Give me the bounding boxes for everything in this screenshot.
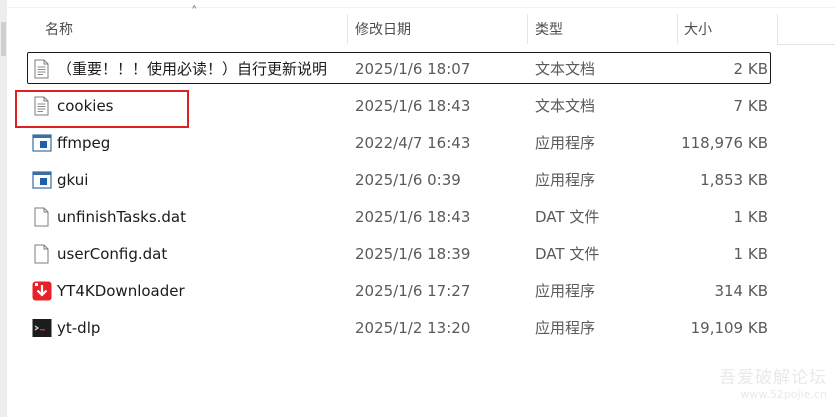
terminal-app-icon bbox=[32, 318, 52, 338]
column-header-size[interactable]: 大小 bbox=[684, 19, 712, 41]
scrollbar-thumb[interactable] bbox=[1, 22, 6, 56]
file-type: 文本文档 bbox=[535, 97, 596, 115]
file-size: 2 KB bbox=[733, 60, 768, 78]
column-divider[interactable] bbox=[777, 14, 778, 44]
header-divider-line bbox=[777, 44, 835, 45]
blank-file-icon bbox=[32, 207, 50, 227]
file-date: 2025/1/6 18:07 bbox=[355, 60, 471, 78]
blank-file-icon bbox=[32, 244, 50, 264]
application-window-icon bbox=[32, 133, 52, 153]
file-row[interactable]: unfinishTasks.dat 2025/1/6 18:43 DAT 文件 … bbox=[7, 199, 835, 236]
file-date: 2025/1/6 17:27 bbox=[355, 282, 471, 300]
watermark-url: www.52pojie.cn bbox=[740, 388, 827, 401]
file-date: 2025/1/6 0:39 bbox=[355, 171, 461, 189]
column-divider[interactable] bbox=[347, 14, 348, 44]
file-date: 2025/1/6 18:39 bbox=[355, 245, 471, 263]
file-name: gkui bbox=[57, 171, 89, 189]
file-row[interactable]: YT4KDownloader 2025/1/6 17:27 应用程序 314 K… bbox=[7, 273, 835, 310]
column-divider[interactable] bbox=[527, 14, 528, 44]
file-size: 1,853 KB bbox=[700, 171, 768, 189]
file-date: 2025/1/2 13:20 bbox=[355, 319, 471, 337]
file-row[interactable]: userConfig.dat 2025/1/6 18:39 DAT 文件 1 K… bbox=[7, 236, 835, 273]
file-row[interactable]: gkui 2025/1/6 0:39 应用程序 1,853 KB bbox=[7, 162, 835, 199]
column-divider[interactable] bbox=[677, 14, 678, 44]
file-name: YT4KDownloader bbox=[57, 282, 185, 300]
navigation-pane-scrollbar[interactable] bbox=[0, 0, 7, 417]
file-name: ffmpeg bbox=[57, 134, 111, 152]
column-header-bar: ˄ 名称 修改日期 类型 大小 bbox=[7, 0, 835, 48]
header-top-edge bbox=[7, 0, 835, 8]
file-type: 应用程序 bbox=[535, 134, 596, 152]
file-type: DAT 文件 bbox=[535, 208, 600, 226]
file-size: 118,976 KB bbox=[681, 134, 768, 152]
column-header-name[interactable]: 名称 bbox=[45, 19, 73, 41]
file-date: 2022/4/7 16:43 bbox=[355, 134, 471, 152]
file-row[interactable]: yt-dlp 2025/1/2 13:20 应用程序 19,109 KB bbox=[7, 310, 835, 347]
file-size: 314 KB bbox=[714, 282, 768, 300]
file-row[interactable]: （重要！！！使用必读！）自行更新说明 2025/1/6 18:07 文本文档 2… bbox=[7, 51, 835, 88]
column-header-type[interactable]: 类型 bbox=[535, 19, 563, 41]
file-row[interactable]: ffmpeg 2022/4/7 16:43 应用程序 118,976 KB bbox=[7, 125, 835, 162]
sort-ascending-icon: ˄ bbox=[191, 5, 198, 20]
file-date: 2025/1/6 18:43 bbox=[355, 97, 471, 115]
file-date: 2025/1/6 18:43 bbox=[355, 208, 471, 226]
file-type: 应用程序 bbox=[535, 171, 596, 189]
file-name: （重要！！！使用必读！）自行更新说明 bbox=[57, 60, 328, 78]
file-type: 应用程序 bbox=[535, 282, 596, 300]
file-size: 1 KB bbox=[733, 245, 768, 263]
watermark-title: 吾爱破解论坛 bbox=[719, 368, 827, 388]
file-size: 19,109 KB bbox=[690, 319, 768, 337]
column-header-date[interactable]: 修改日期 bbox=[355, 19, 411, 41]
file-name: yt-dlp bbox=[57, 319, 101, 337]
site-watermark: 吾爱破解论坛 www.52pojie.cn bbox=[719, 368, 827, 402]
yt4k-downloader-icon bbox=[32, 281, 52, 301]
application-window-icon bbox=[32, 170, 52, 190]
file-name: unfinishTasks.dat bbox=[57, 208, 187, 226]
text-document-icon bbox=[32, 59, 50, 79]
file-type: 应用程序 bbox=[535, 319, 596, 337]
file-size: 1 KB bbox=[733, 208, 768, 226]
annotation-highlight-box bbox=[15, 90, 189, 128]
file-type: 文本文档 bbox=[535, 60, 596, 78]
file-size: 7 KB bbox=[733, 97, 768, 115]
file-type: DAT 文件 bbox=[535, 245, 600, 263]
file-name: userConfig.dat bbox=[57, 245, 168, 263]
